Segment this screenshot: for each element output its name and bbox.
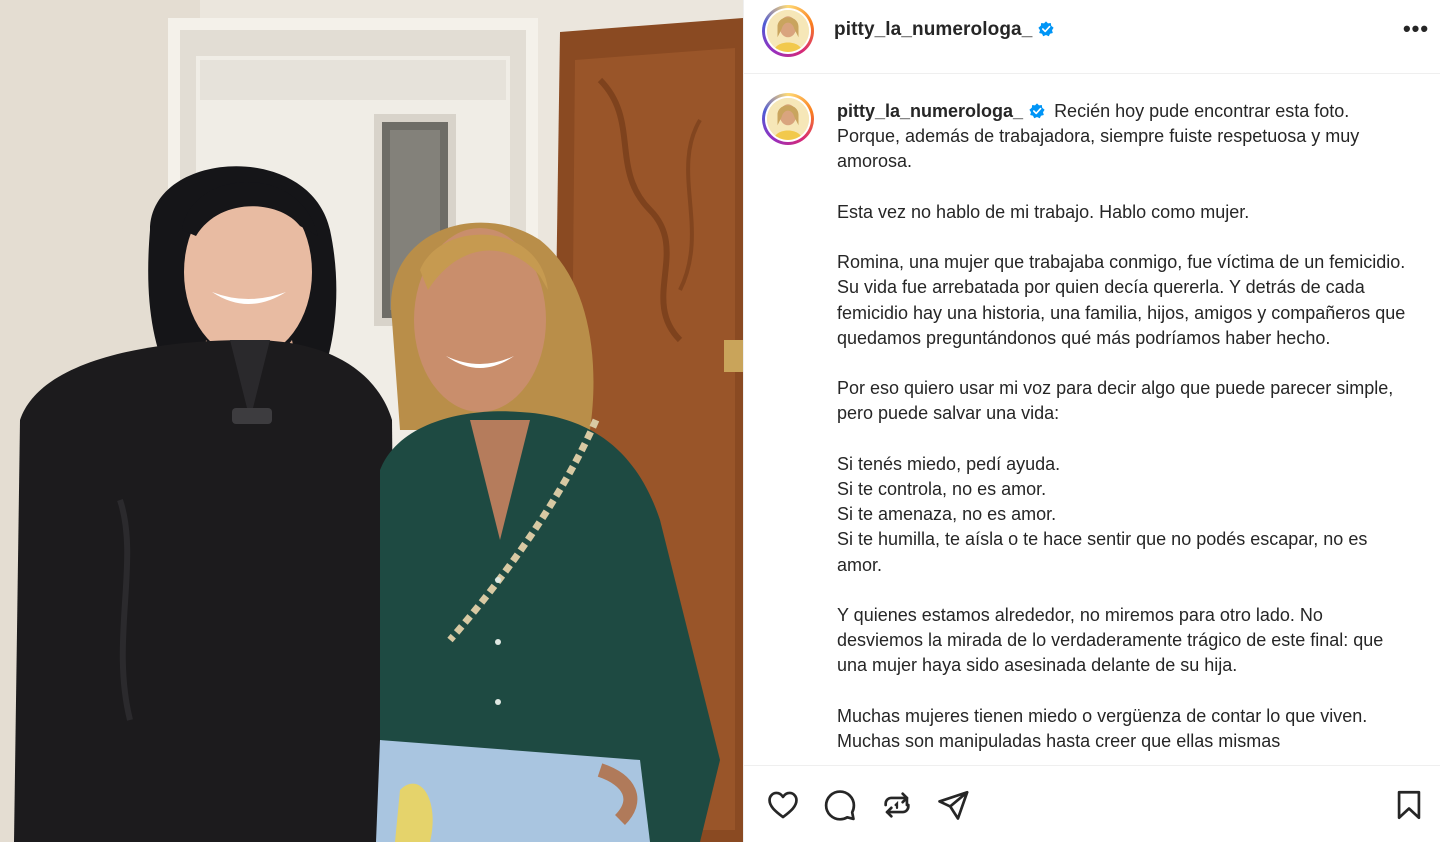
post-photo[interactable] [0, 0, 743, 842]
caption-paragraph: Y quienes estamos alrededor, no miremos … [837, 604, 1384, 676]
caption-paragraph: Por eso quiero usar mi voz para decir al… [837, 378, 1394, 424]
avatar-image [767, 98, 809, 140]
avatar-image [767, 10, 809, 52]
post-header: pitty_la_numerologa_ ••• [744, 0, 1440, 74]
caption-line: Si tenés miedo, pedí ayuda. [837, 453, 1061, 474]
repost-icon[interactable] [880, 788, 914, 822]
header-username-link[interactable]: pitty_la_numerologa_ [834, 19, 1054, 41]
profile-avatar[interactable] [762, 5, 814, 57]
photo-illustration [0, 0, 743, 842]
verified-badge-icon [1029, 103, 1045, 119]
more-options-button[interactable]: ••• [1401, 18, 1431, 44]
share-icon[interactable] [936, 788, 970, 822]
caption-paragraph: Muchas mujeres tienen miedo o vergüenza … [837, 705, 1368, 751]
caption-line: Si te humilla, te aísla o te hace sentir… [837, 529, 1368, 575]
verified-badge-icon [1038, 21, 1054, 37]
post-caption: pitty_la_numerologa_ Recién hoy pude enc… [837, 99, 1412, 754]
bookmark-icon[interactable] [1392, 788, 1426, 822]
caption-line: Si te amenaza, no es amor. [837, 504, 1057, 525]
post-side-panel: pitty_la_numerologa_ ••• pitty_la_numero… [743, 0, 1440, 842]
caption-line: Si te controla, no es amor. [837, 478, 1047, 499]
caption-avatar[interactable] [762, 93, 814, 145]
caption-paragraph: Romina, una mujer que trabajaba conmigo,… [837, 252, 1406, 348]
username-text[interactable]: pitty_la_numerologa_ [834, 19, 1032, 40]
instagram-post: pitty_la_numerologa_ ••• pitty_la_numero… [0, 0, 1440, 842]
post-actions-bar [744, 765, 1440, 842]
heart-icon[interactable] [766, 788, 800, 822]
caption-area: pitty_la_numerologa_ Recién hoy pude enc… [744, 75, 1440, 765]
caption-paragraph: Esta vez no hablo de mi trabajo. Hablo c… [837, 201, 1250, 222]
caption-username-link[interactable]: pitty_la_numerologa_ [837, 101, 1045, 121]
comment-icon[interactable] [823, 788, 857, 822]
